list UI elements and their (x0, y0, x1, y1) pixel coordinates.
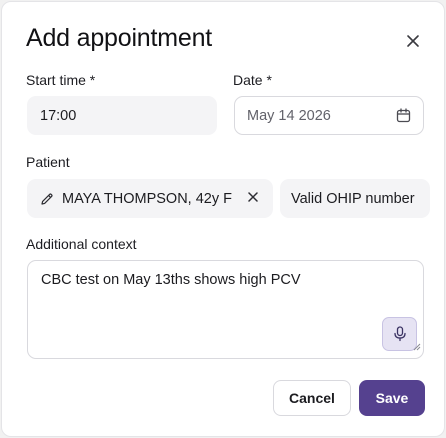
close-button[interactable] (402, 30, 424, 52)
patient-name: MAYA THOMPSON, 42y F (62, 190, 233, 207)
context-label: Additional context (26, 236, 137, 252)
add-appointment-dialog: Add appointment Start time * Date * 17:0… (1, 1, 445, 437)
start-time-input[interactable]: 17:00 (27, 96, 217, 135)
pencil-icon[interactable] (40, 192, 54, 206)
remove-patient-x-icon[interactable] (247, 191, 259, 203)
date-label: Date * (233, 72, 272, 88)
patient-chip[interactable]: MAYA THOMPSON, 42y F (27, 179, 273, 218)
start-time-label: Start time * (26, 72, 96, 88)
cancel-button[interactable]: Cancel (273, 380, 351, 416)
dialog-title: Add appointment (26, 24, 213, 52)
patient-label: Patient (26, 154, 70, 170)
date-value: May 14 2026 (247, 107, 331, 124)
calendar-icon[interactable] (396, 108, 411, 127)
resize-handle[interactable] (413, 338, 421, 356)
close-icon (407, 35, 419, 47)
microphone-icon (393, 326, 406, 342)
save-button[interactable]: Save (359, 380, 425, 416)
date-picker[interactable]: May 14 2026 (234, 96, 424, 135)
start-time-value: 17:00 (40, 107, 77, 124)
ohip-status-badge: Valid OHIP number (280, 179, 430, 218)
context-textarea[interactable]: CBC test on May 13ths shows high PCV (27, 260, 424, 359)
ohip-status-text: Valid OHIP number (291, 190, 415, 207)
dictate-button[interactable] (382, 317, 417, 351)
context-value: CBC test on May 13ths shows high PCV (41, 272, 301, 288)
